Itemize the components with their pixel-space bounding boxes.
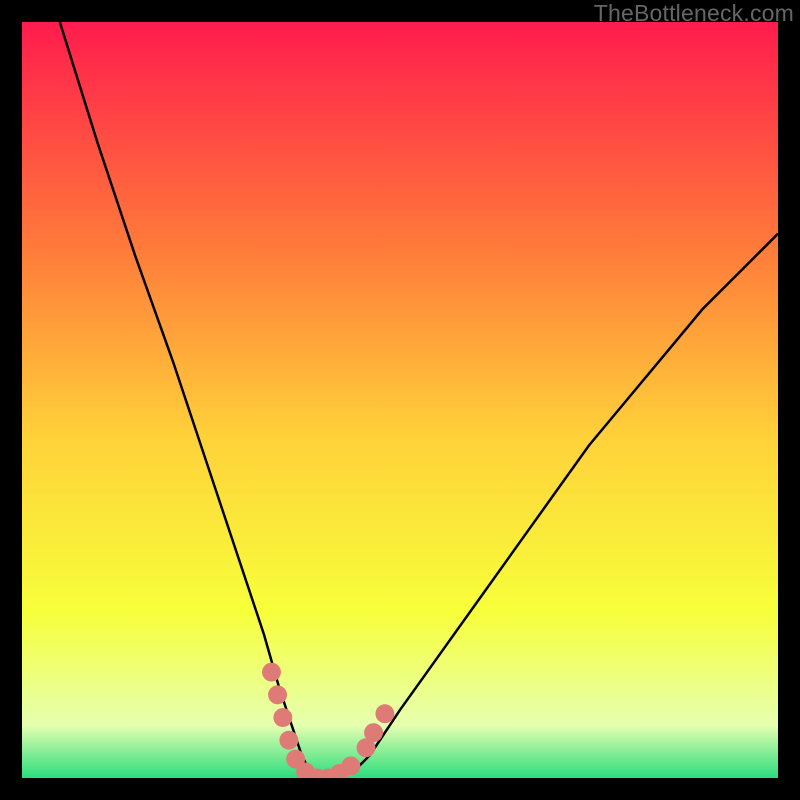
outer-frame: TheBottleneck.com bbox=[0, 0, 800, 800]
data-marker bbox=[364, 723, 383, 742]
data-marker bbox=[273, 708, 292, 727]
data-marker bbox=[262, 663, 281, 682]
watermark-text: TheBottleneck.com bbox=[594, 0, 794, 27]
plot-area bbox=[22, 22, 778, 778]
bottleneck-curve bbox=[60, 22, 778, 778]
chart-curve-layer bbox=[22, 22, 778, 778]
data-marker bbox=[268, 685, 287, 704]
data-marker bbox=[375, 704, 394, 723]
data-marker bbox=[279, 731, 298, 750]
data-marker bbox=[341, 756, 360, 775]
